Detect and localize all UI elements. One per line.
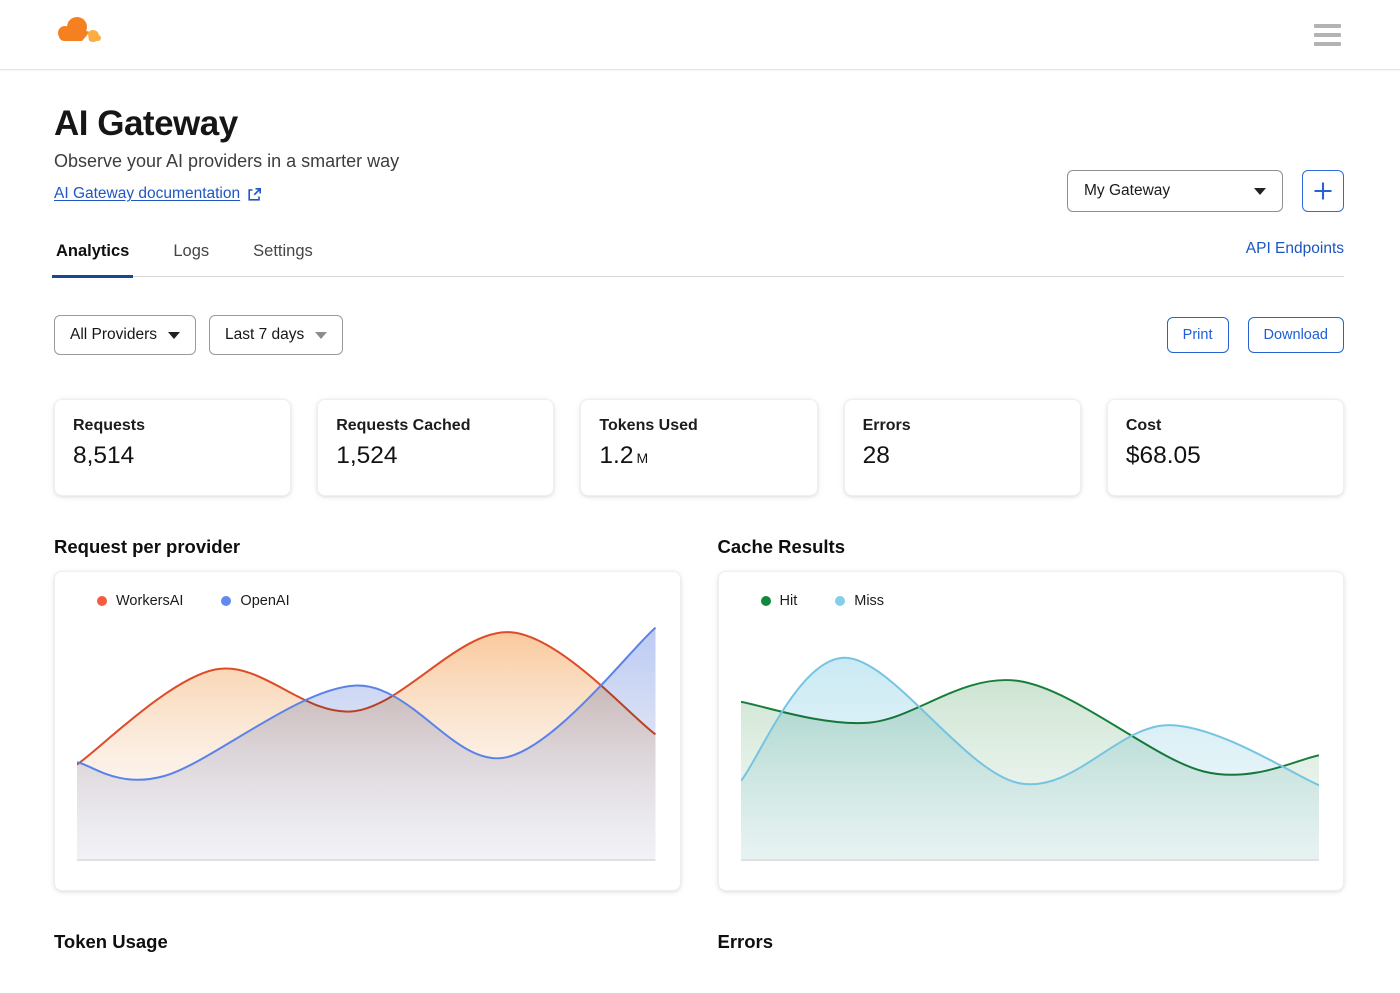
- page-header: AI Gateway Observe your AI providers in …: [54, 104, 1344, 212]
- stat-card-cost: Cost $68.05: [1106, 399, 1345, 496]
- legend-item-hit: Hit: [760, 593, 797, 609]
- stat-card-requests-cached: Requests Cached 1,524: [317, 399, 555, 496]
- stat-label: Tokens Used: [599, 417, 698, 434]
- print-button[interactable]: Print: [1166, 317, 1229, 353]
- gateway-select[interactable]: My Gateway: [1067, 170, 1283, 212]
- legend-item-openai: OpenAI: [221, 593, 290, 609]
- stat-value: 1,524: [336, 442, 398, 469]
- main-content: AI Gateway Observe your AI providers in …: [0, 104, 1400, 953]
- chart-legend: WorkersAI OpenAI: [77, 593, 656, 609]
- provider-filter-select[interactable]: All Providers: [54, 315, 196, 355]
- stat-label: Errors: [862, 417, 911, 434]
- miss-dot-icon: [835, 596, 846, 606]
- date-range-value: Last 7 days: [225, 326, 305, 343]
- plus-icon: [1314, 182, 1332, 200]
- api-endpoints-link[interactable]: API Endpoints: [1246, 240, 1344, 276]
- charts-section: Request per provider WorkersAI OpenAI Ca…: [54, 536, 1344, 891]
- chart-title-errors: Errors: [717, 931, 774, 952]
- stat-value: $68.05: [1125, 442, 1201, 469]
- stat-label: Requests: [73, 417, 146, 434]
- chevron-down-icon: [315, 331, 328, 339]
- date-range-select[interactable]: Last 7 days: [209, 315, 344, 355]
- legend-item-miss: Miss: [835, 593, 884, 609]
- external-link-icon: [248, 187, 262, 201]
- hit-dot-icon: [760, 596, 771, 606]
- stats-row: Requests 8,514 Requests Cached 1,524 Tok…: [54, 399, 1345, 496]
- stat-value: 1.2 M: [599, 442, 649, 469]
- provider-filter-value: All Providers: [70, 326, 157, 343]
- cloudflare-logo-icon: [58, 17, 101, 42]
- request-per-provider-card: WorkersAI OpenAI: [54, 571, 681, 891]
- tab-logs[interactable]: Logs: [171, 236, 211, 276]
- openai-dot-icon: [221, 596, 232, 606]
- documentation-link[interactable]: AI Gateway documentation: [54, 185, 262, 203]
- stat-card-errors: Errors 28: [843, 399, 1081, 496]
- gateway-select-value: My Gateway: [1084, 182, 1171, 199]
- tab-bar: Analytics Logs Settings API Endpoints: [51, 236, 1344, 278]
- chart-legend: Hit Miss: [741, 593, 1320, 609]
- stat-value: 28: [862, 442, 890, 469]
- stat-label: Requests Cached: [336, 417, 471, 434]
- download-button[interactable]: Download: [1247, 317, 1344, 353]
- page-title: AI Gateway: [54, 104, 238, 143]
- stat-card-requests: Requests 8,514: [54, 399, 292, 496]
- top-nav: [0, 0, 1400, 70]
- stat-unit: M: [636, 450, 649, 466]
- stat-value: 8,514: [73, 442, 135, 469]
- chart-title-token-usage: Token Usage: [54, 931, 168, 952]
- request-per-provider-chart: [77, 626, 656, 861]
- chart-title-cache-results: Cache Results: [717, 536, 846, 557]
- page-subtitle: Observe your AI providers in a smarter w…: [54, 151, 400, 171]
- stat-label: Cost: [1125, 417, 1162, 434]
- chevron-down-icon: [168, 331, 180, 339]
- stat-card-tokens-used: Tokens Used 1.2 M: [580, 399, 818, 496]
- filter-row: All Providers Last 7 days Print Download: [54, 315, 1344, 355]
- cache-results-chart: [740, 656, 1319, 861]
- legend-item-workersai: WorkersAI: [97, 593, 183, 609]
- tab-settings[interactable]: Settings: [251, 236, 315, 276]
- cloudflare-logo[interactable]: [55, 14, 109, 55]
- workersai-dot-icon: [97, 596, 107, 606]
- menu-icon[interactable]: [1312, 20, 1343, 50]
- chart-title-request-per-provider: Request per provider: [54, 536, 241, 557]
- tab-analytics[interactable]: Analytics: [51, 236, 134, 278]
- chevron-down-icon: [1254, 187, 1266, 195]
- cache-results-card: Hit Miss: [717, 571, 1344, 891]
- add-gateway-button[interactable]: [1302, 170, 1344, 212]
